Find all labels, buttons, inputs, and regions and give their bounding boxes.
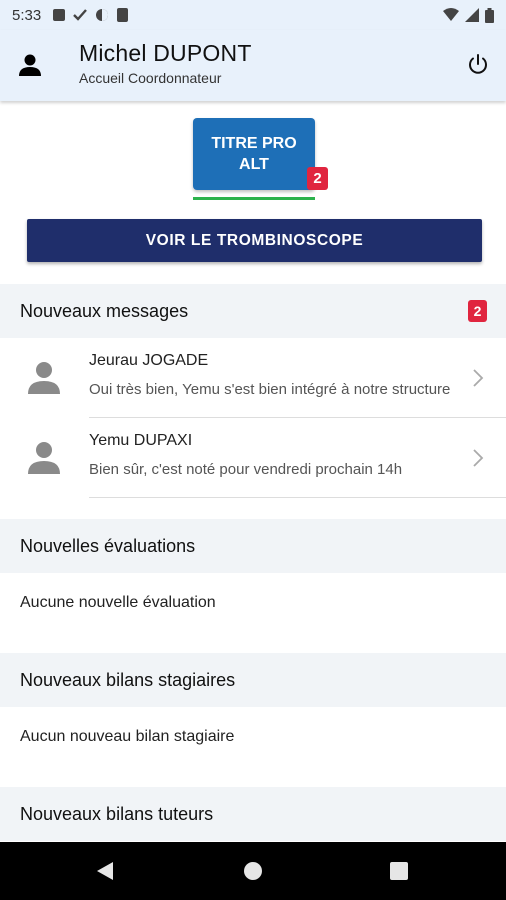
bilans-tuteurs-section-title: Nouveaux bilans tuteurs (20, 803, 214, 824)
battery-icon (485, 7, 494, 23)
signal-icon (465, 8, 479, 22)
sd-card-icon (117, 8, 129, 22)
user-name: Michel DUPONT (79, 40, 252, 66)
message-sender: Jeurau JOGADE (89, 352, 209, 369)
circle-half-icon (96, 9, 109, 21)
bilans-stagiaires-section-header: Nouveaux bilans stagiaires (0, 653, 506, 707)
app-header: Michel DUPONT Accueil Coordonnateur (0, 30, 506, 101)
evaluations-section-title: Nouvelles évaluations (20, 535, 196, 556)
recent-apps-icon[interactable] (390, 862, 408, 880)
titre-pro-button[interactable]: TITRE PRO ALT (193, 118, 315, 190)
user-icon[interactable] (19, 54, 41, 76)
titre-pro-badge: 2 (307, 167, 328, 190)
message-sender: Yemu DUPAXI (89, 432, 193, 449)
selected-indicator (193, 197, 315, 200)
messages-count-badge: 2 (468, 300, 487, 322)
avatar-icon (28, 442, 60, 474)
message-preview: Bien sûr, c'est noté pour vendredi proch… (89, 461, 403, 478)
evaluations-section-header: Nouvelles évaluations (0, 519, 506, 573)
messages-section-header: Nouveaux messages 2 (0, 284, 506, 338)
trombinoscope-button[interactable]: VOIR LE TROMBINOSCOPE (27, 219, 482, 262)
chevron-right-icon (473, 369, 484, 387)
power-icon[interactable] (466, 52, 490, 76)
navigation-bar (0, 842, 506, 900)
message-preview: Oui très bien, Yemu s'est bien intégré à… (89, 381, 451, 398)
message-item[interactable]: Yemu DUPAXI Bien sûr, c'est noté pour ve… (0, 418, 506, 498)
bilans-stagiaires-section-title: Nouveaux bilans stagiaires (20, 669, 236, 690)
messages-section-title: Nouveaux messages (20, 300, 189, 321)
bilans-stagiaires-empty-text: Aucun nouveau bilan stagiaire (20, 728, 235, 745)
chevron-right-icon (473, 449, 484, 467)
download-check-icon (73, 9, 88, 21)
bilans-tuteurs-section-header: Nouveaux bilans tuteurs (0, 787, 506, 841)
wifi-icon (443, 8, 459, 21)
home-icon[interactable] (244, 862, 262, 880)
user-role: Accueil Coordonnateur (79, 70, 222, 86)
status-time: 5:33 (12, 6, 42, 24)
evaluations-empty-text: Aucune nouvelle évaluation (20, 594, 216, 611)
status-bar: 5:33 (0, 0, 506, 30)
avatar-icon (28, 362, 60, 394)
notification-a-icon (53, 9, 66, 21)
back-icon[interactable] (96, 861, 114, 881)
message-item[interactable]: Jeurau JOGADE Oui très bien, Yemu s'est … (0, 338, 506, 418)
divider (89, 497, 506, 498)
